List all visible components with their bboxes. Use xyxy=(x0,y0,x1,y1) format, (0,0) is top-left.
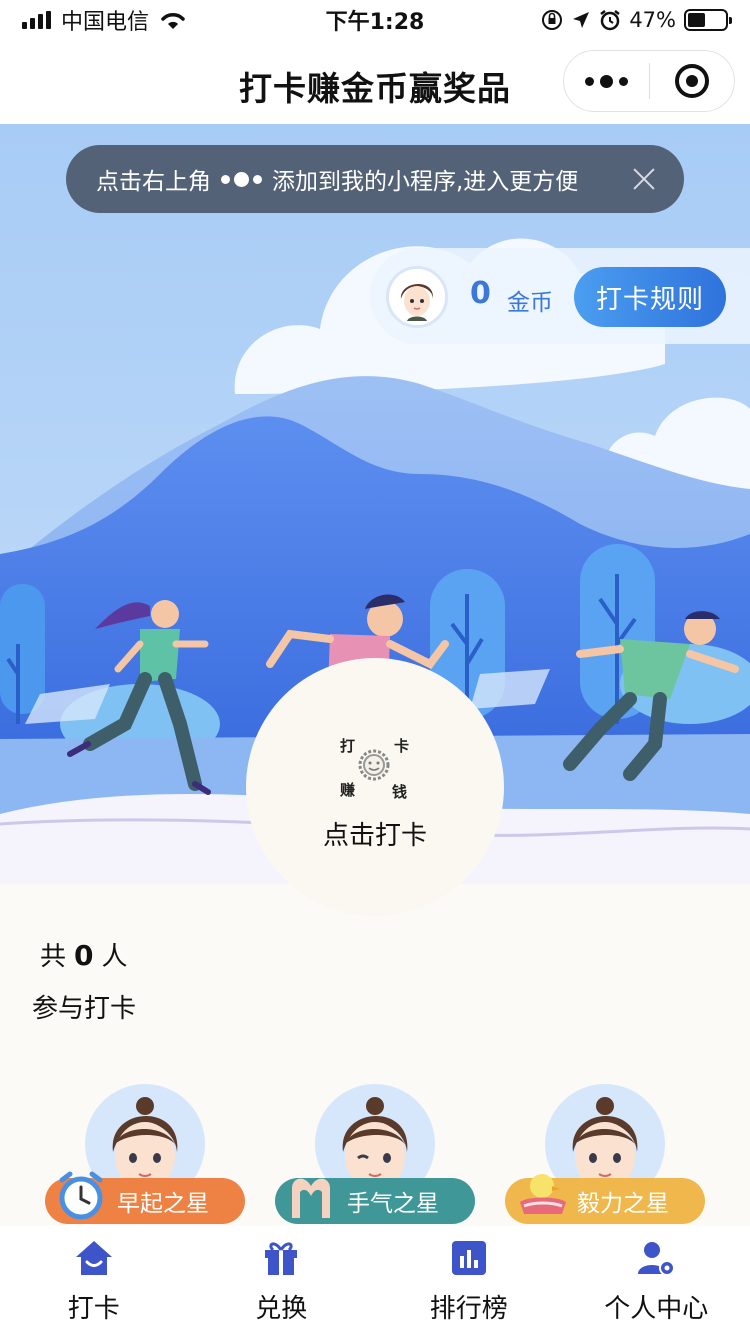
coin-balance: 0 xyxy=(470,276,491,311)
tab-exchange-label: 兑换 xyxy=(255,1294,308,1324)
tab-profile-label: 个人中心 xyxy=(604,1294,709,1324)
nav-bar: 打卡赚金币赢奖品 xyxy=(0,40,750,124)
battery-icon xyxy=(684,9,732,31)
alarm-clock-icon xyxy=(59,1171,103,1220)
battery-percent: 47% xyxy=(629,8,676,32)
coin-unit-label: 金币 xyxy=(507,290,553,316)
home-smile-icon xyxy=(75,1241,112,1275)
status-bar: 中国电信 下午1:28 47% xyxy=(0,0,750,40)
tab-ranking-label: 排行榜 xyxy=(429,1294,508,1324)
participant-prefix: 共 xyxy=(40,942,67,972)
location-arrow-icon xyxy=(573,12,590,28)
user-settings-icon xyxy=(638,1242,676,1276)
checkin-rules-button[interactable]: 打卡规则 xyxy=(574,267,726,327)
duckling-icon xyxy=(520,1174,566,1214)
exit-mini-program-button[interactable] xyxy=(650,51,734,111)
more-menu-button[interactable] xyxy=(564,51,649,111)
alarm-icon xyxy=(600,10,621,31)
heart-hands-icon xyxy=(292,1178,330,1218)
cellular-signal-icon xyxy=(22,11,51,29)
orientation-lock-icon xyxy=(542,10,563,30)
tab-exchange[interactable]: 兑换 xyxy=(188,1226,376,1334)
emblem-char-4: 钱 xyxy=(392,783,408,801)
checkin-label: 点击打卡 xyxy=(322,821,427,851)
bar-chart-icon xyxy=(451,1241,486,1275)
participant-number: 0 xyxy=(74,939,94,972)
mini-program-capsule xyxy=(563,50,735,112)
carrier-name: 中国电信 xyxy=(61,10,150,35)
close-tip-button[interactable] xyxy=(628,163,660,195)
participant-caption: 参与打卡 xyxy=(32,994,137,1024)
participant-count: 共0人 xyxy=(40,936,128,973)
emblem-char-1: 打 xyxy=(340,737,356,755)
more-dots-icon xyxy=(221,171,262,187)
tab-checkin[interactable]: 打卡 xyxy=(0,1226,188,1334)
gift-icon xyxy=(265,1242,298,1275)
participant-suffix: 人 xyxy=(101,942,128,972)
emblem-char-3: 赚 xyxy=(340,781,356,799)
girl-avatar-icon xyxy=(389,269,445,325)
tab-bar: 打卡 兑换 排行榜 个人中心 xyxy=(0,1226,750,1334)
tab-checkin-label: 打卡 xyxy=(67,1294,120,1324)
tab-ranking[interactable]: 排行榜 xyxy=(375,1226,563,1334)
emblem-char-2: 卡 xyxy=(394,737,410,755)
checkin-emblem: 打 卡 赚 钱 xyxy=(338,733,412,803)
tip-text-before: 点击右上角 xyxy=(96,169,211,195)
add-to-my-programs-tip: 点击右上角 添加到我的小程序,进入更方便 xyxy=(66,145,684,213)
wifi-icon xyxy=(161,13,185,29)
user-avatar[interactable] xyxy=(386,266,448,328)
tab-profile[interactable]: 个人中心 xyxy=(563,1226,750,1334)
tip-text-after: 添加到我的小程序,进入更方便 xyxy=(272,169,579,195)
target-icon xyxy=(674,64,709,98)
